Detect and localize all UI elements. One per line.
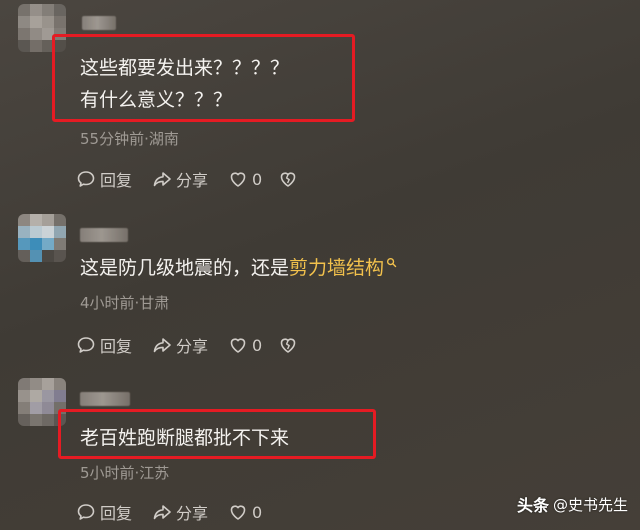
comment-meta: 55分钟前·湖南 (80, 130, 179, 148)
reply-button[interactable]: 回复 (76, 167, 132, 191)
chat-bubble-icon (77, 337, 95, 353)
chat-bubble-icon (77, 171, 95, 187)
heart-icon (230, 172, 246, 187)
watermark-logo: 头条 (516, 496, 549, 515)
share-icon (153, 172, 171, 187)
share-button[interactable]: 分享 (152, 500, 208, 524)
share-label: 分享 (176, 171, 209, 190)
username[interactable] (80, 392, 130, 406)
comment-text: 这是防几级地震的，还是剪力墙结构 (80, 252, 397, 284)
share-icon (153, 338, 171, 353)
like-count: 0 (252, 502, 263, 522)
reply-label: 回复 (100, 337, 133, 356)
reply-label: 回复 (100, 504, 133, 523)
comment-meta: 4小时前·甘肃 (80, 294, 170, 312)
heart-icon (230, 505, 246, 520)
comment-meta: 5小时前·江苏 (80, 464, 170, 482)
like-button[interactable]: 0 (228, 335, 262, 355)
like-count: 0 (252, 169, 263, 189)
dislike-button[interactable] (278, 169, 302, 189)
avatar[interactable] (18, 214, 66, 262)
annotation-box (52, 34, 355, 122)
heart-icon (230, 338, 246, 353)
annotation-box (58, 409, 376, 459)
share-label: 分享 (176, 504, 209, 523)
comment-actions: 回复 分享 0 (76, 500, 278, 524)
like-button[interactable]: 0 (228, 169, 262, 189)
share-button[interactable]: 分享 (152, 167, 208, 191)
reply-label: 回复 (100, 171, 133, 190)
watermark: 头条 @史书先生 (517, 492, 628, 516)
watermark-handle: @史书先生 (552, 495, 628, 514)
chat-bubble-icon (77, 504, 95, 520)
reply-button[interactable]: 回复 (76, 500, 132, 524)
search-icon[interactable] (386, 257, 397, 268)
username[interactable] (82, 16, 116, 30)
comment-text-plain: 这是防几级地震的，还是 (80, 257, 290, 279)
broken-heart-icon (280, 172, 296, 187)
dislike-button[interactable] (278, 335, 302, 355)
reply-button[interactable]: 回复 (76, 333, 132, 357)
like-button[interactable]: 0 (228, 502, 262, 522)
share-button[interactable]: 分享 (152, 333, 208, 357)
broken-heart-icon (280, 338, 296, 353)
like-count: 0 (252, 335, 263, 355)
comment-actions: 回复 分享 0 (76, 333, 322, 357)
username[interactable] (80, 228, 128, 242)
share-icon (153, 505, 171, 520)
comment-actions: 回复 分享 0 (76, 167, 322, 191)
share-label: 分享 (176, 337, 209, 356)
keyword-link[interactable]: 剪力墙结构 (289, 257, 384, 279)
